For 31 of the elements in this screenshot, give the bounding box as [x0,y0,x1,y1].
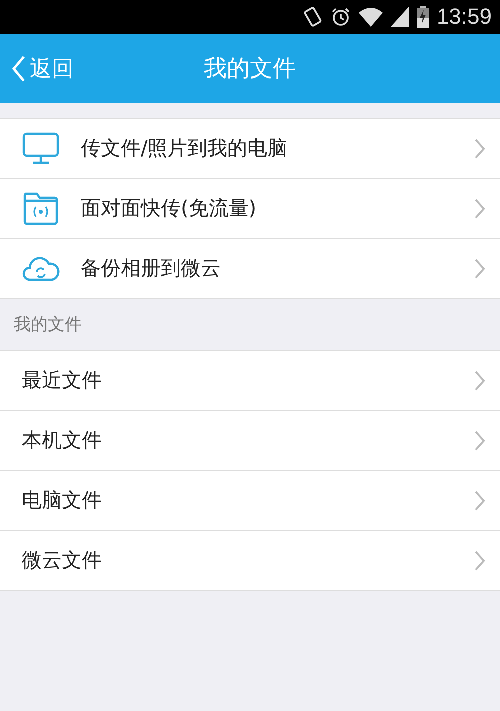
clock-time: 13:59 [436,4,492,30]
signal-icon [390,7,409,27]
file-row[interactable]: 微云文件 [0,531,500,591]
menu-label: 本机文件 [22,427,103,454]
menu-label: 最近文件 [22,367,103,394]
folder-icon [22,192,60,226]
menu-label: 电脑文件 [22,487,103,514]
menu-label: 微云文件 [22,547,103,574]
menu-label: 传文件/照片到我的电脑 [81,135,289,162]
alarm-icon [330,7,351,27]
chevron-icon [474,198,486,220]
wifi-icon [358,7,383,27]
section-title: 我的文件 [13,314,83,337]
monitor-icon [22,132,60,166]
menu-label: 备份相册到微云 [81,255,222,282]
chevron-icon [474,490,486,512]
menu-row[interactable]: 面对面快传(免流量) [0,179,500,239]
file-row[interactable]: 最近文件 [0,351,500,411]
chevron-icon [474,258,486,280]
file-row[interactable]: 本机文件 [0,411,500,471]
chevron-icon [474,550,486,572]
battery-icon [416,6,429,28]
menu-row[interactable]: 备份相册到微云 [0,239,500,299]
menu-row[interactable]: 传文件/照片到我的电脑 [0,119,500,179]
file-row[interactable]: 电脑文件 [0,471,500,531]
chevron-icon [474,430,486,452]
menu-label: 面对面快传(免流量) [81,195,258,222]
vibrate-icon [302,6,323,28]
chevron-icon [474,138,486,160]
page-title: 我的文件 [204,55,296,84]
chevron-icon [474,370,486,392]
